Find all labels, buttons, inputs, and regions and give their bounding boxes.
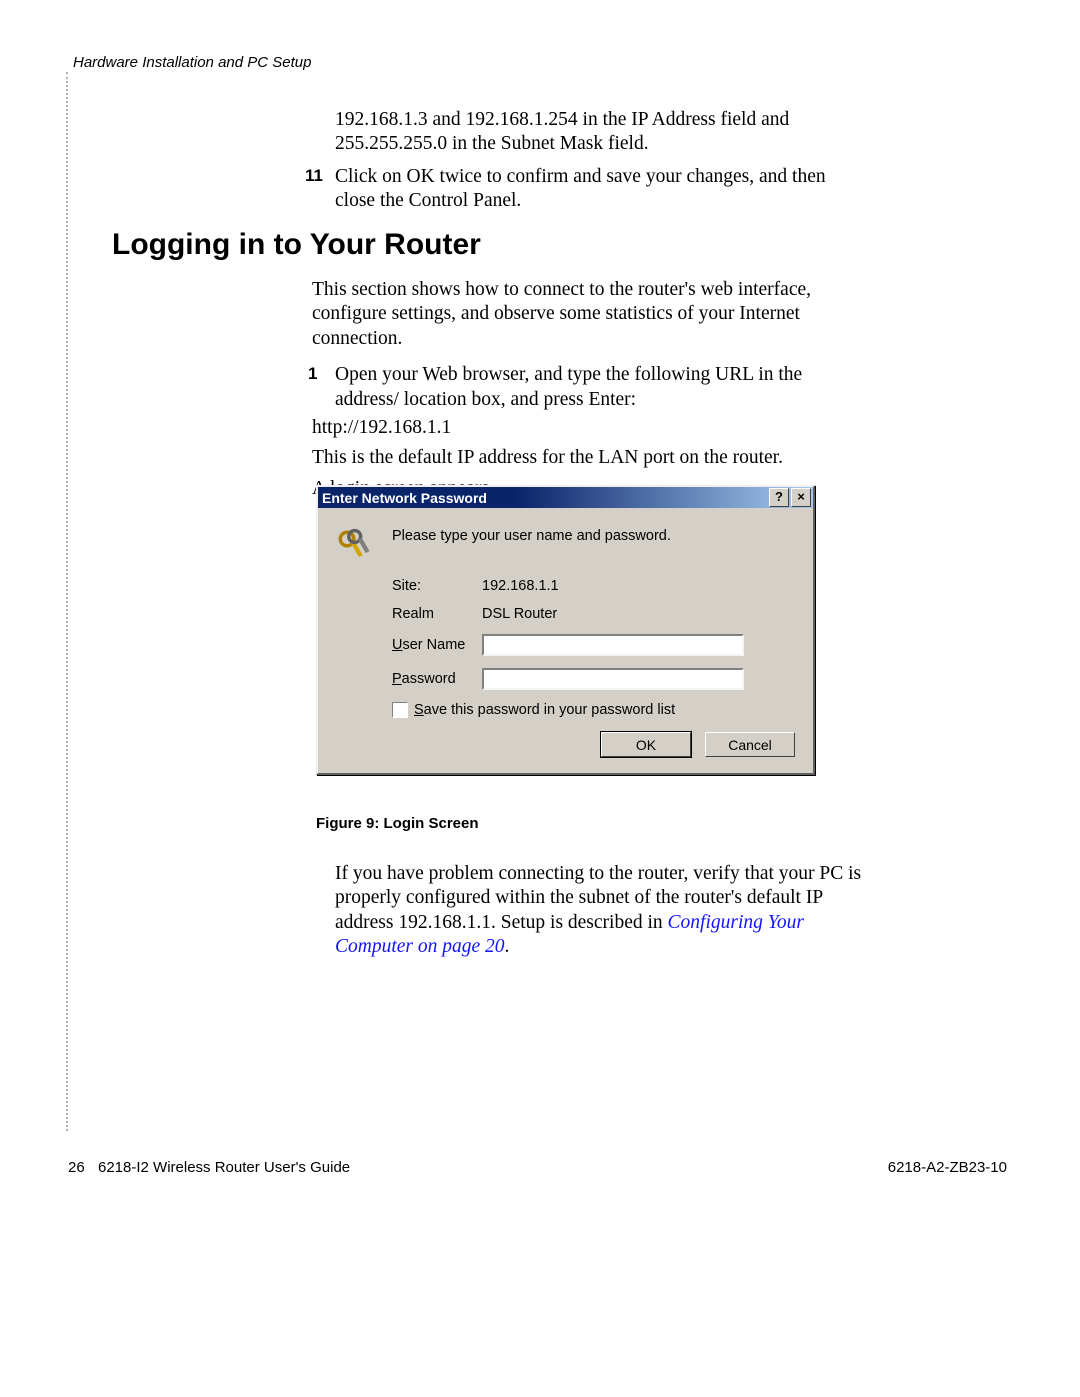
footer-title: 6218-I2 Wireless Router User's Guide xyxy=(98,1159,350,1176)
cancel-button[interactable]: Cancel xyxy=(705,732,795,757)
running-head: Hardware Installation and PC Setup xyxy=(73,54,311,71)
step-1-url: http://192.168.1.1 xyxy=(312,416,867,440)
footer-doc-code: 6218-A2-ZB23-10 xyxy=(888,1159,1007,1176)
section-heading: Logging in to Your Router xyxy=(112,228,481,262)
dialog-title: Enter Network Password xyxy=(322,490,487,506)
realm-label: Realm xyxy=(392,606,482,622)
username-input[interactable] xyxy=(482,634,744,656)
post-figure-paragraph: If you have problem connecting to the ro… xyxy=(335,862,865,960)
step-number-11: 11 xyxy=(305,165,323,186)
keys-icon xyxy=(336,528,392,566)
dialog-instruction: Please type your user name and password. xyxy=(392,528,671,544)
username-label: User Name xyxy=(392,637,482,653)
step-number-1: 1 xyxy=(308,363,317,384)
save-password-label: Save this password in your password list xyxy=(414,702,675,718)
close-button[interactable]: × xyxy=(791,488,811,507)
password-label: Password xyxy=(392,671,482,687)
realm-value: DSL Router xyxy=(482,606,557,622)
step-1-note-1: This is the default IP address for the L… xyxy=(312,446,867,470)
step-11-text: Click on OK twice to confirm and save yo… xyxy=(335,165,865,214)
save-password-checkbox[interactable] xyxy=(392,702,408,718)
site-value: 192.168.1.1 xyxy=(482,578,559,594)
ok-button[interactable]: OK xyxy=(601,732,691,757)
help-button[interactable]: ? xyxy=(769,488,789,507)
section-intro: This section shows how to connect to the… xyxy=(312,278,867,351)
login-dialog: Enter Network Password ? × Please type y… xyxy=(316,485,815,775)
dialog-titlebar[interactable]: Enter Network Password ? × xyxy=(318,487,813,508)
page-number: 26 xyxy=(68,1159,85,1176)
step-1-text: Open your Web browser, and type the foll… xyxy=(335,364,802,409)
margin-rule xyxy=(66,72,68,1131)
continuation-paragraph: 192.168.1.3 and 192.168.1.254 in the IP … xyxy=(335,108,865,157)
site-label: Site: xyxy=(392,578,482,594)
figure-caption: Figure 9: Login Screen xyxy=(316,815,479,832)
password-input[interactable] xyxy=(482,668,744,690)
